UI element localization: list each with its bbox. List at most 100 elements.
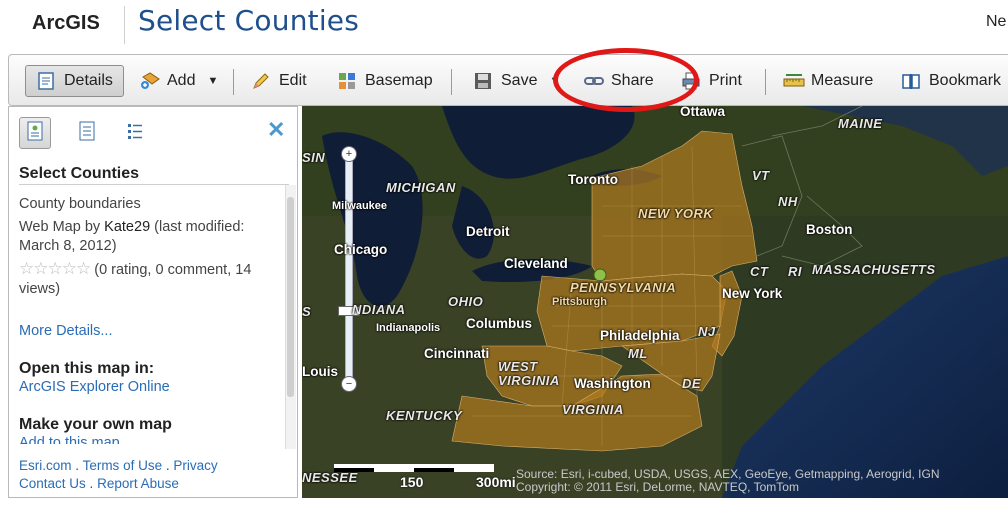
basemap-grid-icon — [337, 71, 357, 91]
divider — [19, 184, 289, 185]
satellite-basemap — [302, 106, 1008, 498]
save-label: Save — [501, 72, 538, 89]
label-new-york-city: New York — [722, 286, 783, 301]
map-toolbar: Details Add ▼ Edit Basemap Save ▼ Share — [8, 54, 1008, 106]
map-description: County boundaries — [19, 196, 141, 212]
rating-stars-icon[interactable]: ☆☆☆☆☆ — [19, 259, 91, 278]
label-michigan: MICHIGAN — [386, 180, 456, 195]
label-ottawa: Ottawa — [680, 106, 726, 119]
label-massachusetts: MASSACHUSETTS — [812, 262, 936, 277]
print-label: Print — [709, 72, 742, 89]
page-title: Select Counties — [138, 4, 360, 37]
book-icon — [901, 71, 921, 91]
label-nj: NJ — [698, 324, 716, 339]
details-button[interactable]: Details — [25, 65, 124, 97]
link-chain-icon — [583, 71, 604, 91]
label-vt: VT — [752, 168, 770, 183]
zoom-in-button[interactable]: + — [341, 146, 357, 162]
about-doc-icon — [26, 121, 44, 146]
contact-link[interactable]: Contact Us — [19, 476, 86, 491]
scrollbar-thumb[interactable] — [287, 197, 294, 397]
label-detroit: Detroit — [466, 224, 510, 239]
measure-label: Measure — [811, 72, 874, 89]
toolbar-divider — [451, 69, 452, 95]
label-philadelphia: Philadelphia — [600, 328, 680, 343]
zoom-slider[interactable]: + − — [338, 146, 360, 392]
label-west-virginia: WEST VIRGINIA — [498, 359, 560, 388]
share-button[interactable]: Share — [583, 65, 654, 97]
more-details-link[interactable]: More Details... — [19, 322, 287, 341]
edit-label: Edit — [279, 72, 307, 89]
explorer-online-link[interactable]: ArcGIS Explorer Online — [19, 378, 287, 397]
zoom-track[interactable] — [345, 156, 353, 382]
panel-tabs: ✕ — [9, 107, 297, 161]
add-label: Add — [167, 72, 196, 89]
measure-button[interactable]: Measure — [783, 65, 873, 97]
byline-prefix: Web Map by — [19, 219, 105, 235]
label-cincinnati: Cincinnati — [424, 346, 490, 361]
label-pittsburgh: Pittsburgh — [552, 296, 607, 308]
panel-content: County boundaries Web Map by Kate29 (las… — [19, 195, 287, 444]
close-icon[interactable]: ✕ — [267, 117, 285, 143]
panel-title: Select Counties — [19, 165, 140, 182]
add-layer-icon — [139, 71, 160, 91]
map-view[interactable]: + − MAINE VT NH MASSACHUSETTS CT RI NEW … — [302, 106, 1008, 498]
label-indianapolis: Indianapolis — [376, 322, 441, 334]
panel-scrollbar[interactable] — [285, 185, 296, 449]
scale-label-300: 300mi — [476, 474, 516, 490]
privacy-link[interactable]: Privacy — [173, 458, 217, 473]
esri-link[interactable]: Esri.com — [19, 458, 72, 473]
label-nh: NH — [778, 194, 798, 209]
print-button[interactable]: Print — [681, 65, 742, 97]
arcgis-logo[interactable]: ArcGIS — [32, 12, 100, 35]
header-right-link[interactable]: Ne — [986, 13, 1006, 31]
rating-row: ☆☆☆☆☆ (0 rating, 0 comment, 14 views) — [19, 259, 287, 299]
add-to-map-link[interactable]: Add to this map — [19, 434, 287, 444]
label-toronto: Toronto — [568, 172, 618, 187]
author-link[interactable]: Kate29 — [104, 219, 150, 235]
label-ohio: OHIO — [448, 294, 484, 309]
save-button[interactable]: Save ▼ — [473, 65, 560, 97]
add-button[interactable]: Add ▼ — [139, 65, 218, 97]
details-panel: ✕ Select Counties County boundaries Web … — [8, 106, 298, 498]
attribution-line-2: Copyright: © 2011 Esri, DeLorme, NAVTEQ,… — [516, 480, 799, 494]
contents-list-icon — [78, 121, 96, 146]
toolbar-divider — [765, 69, 766, 95]
label-new-york: NEW YORK — [638, 206, 714, 221]
chevron-down-icon: ▼ — [549, 75, 561, 87]
zoom-out-button[interactable]: − — [341, 376, 357, 392]
label-chicago: Chicago — [334, 242, 388, 257]
label-kentucky: KENTUCKY — [386, 408, 463, 423]
label-indiana: NDIANA — [352, 302, 406, 317]
terms-link[interactable]: Terms of Use — [83, 458, 163, 473]
label-md: ML — [628, 346, 648, 361]
label-wisconsin: SIN — [302, 150, 326, 165]
report-abuse-link[interactable]: Report Abuse — [97, 476, 179, 491]
legend-list-icon — [126, 121, 144, 146]
label-st-louis: Louis — [302, 364, 338, 379]
label-de: DE — [682, 376, 702, 391]
label-cleveland: Cleveland — [504, 256, 568, 271]
basemap-label: Basemap — [365, 72, 433, 89]
header: ArcGIS Select Counties Ne — [0, 0, 1008, 50]
label-ri: RI — [788, 264, 802, 279]
basemap-button[interactable]: Basemap — [337, 65, 433, 97]
map-byline: Web Map by Kate29 (last modified: March … — [19, 218, 287, 256]
toolbar-divider — [233, 69, 234, 95]
tab-legend[interactable] — [119, 117, 151, 149]
label-maine: MAINE — [838, 116, 883, 131]
edit-button[interactable]: Edit — [251, 65, 307, 97]
label-columbus: Columbus — [466, 316, 532, 331]
details-label: Details — [64, 72, 113, 89]
details-icon — [36, 71, 56, 91]
chevron-down-icon: ▼ — [207, 75, 219, 87]
label-tennessee: NESSEE — [302, 470, 358, 485]
ruler-icon — [783, 71, 805, 91]
tab-contents[interactable] — [71, 117, 103, 149]
open-map-heading: Open this map in: — [19, 360, 155, 377]
label-milwaukee: Milwaukee — [332, 200, 388, 212]
bookmarks-button[interactable]: Bookmark — [901, 65, 1001, 97]
tab-about[interactable] — [19, 117, 51, 149]
label-pennsylvania: PENNSYLVANIA — [570, 280, 677, 295]
bookmarks-label: Bookmark — [929, 72, 1002, 89]
